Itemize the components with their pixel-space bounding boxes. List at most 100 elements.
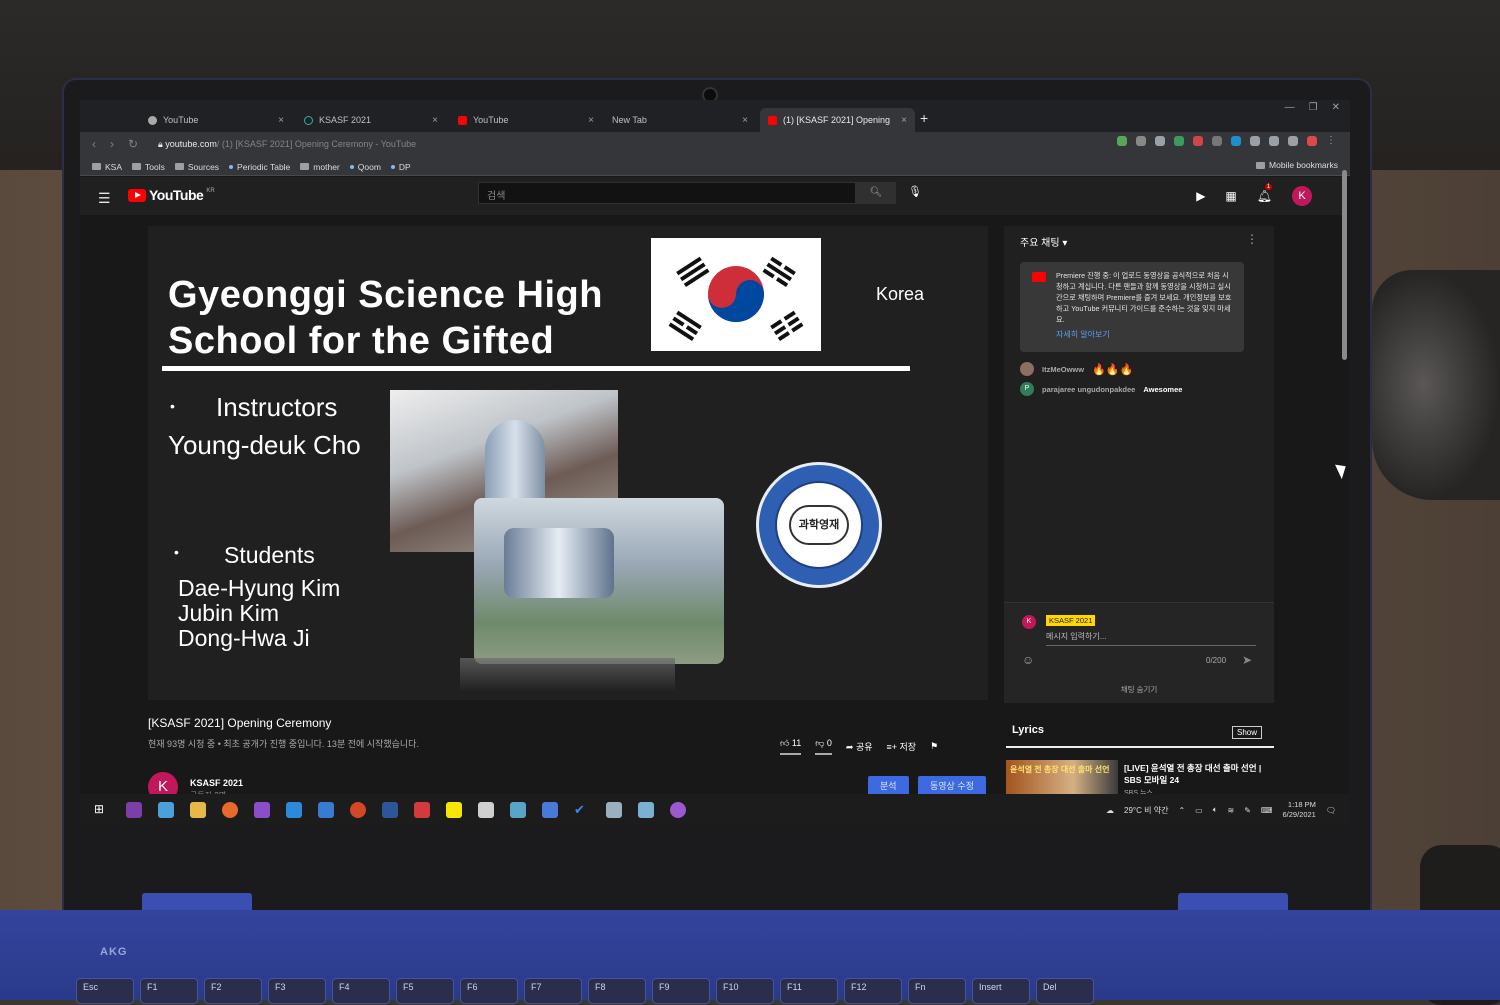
key-f12[interactable]: F12 xyxy=(844,978,902,1004)
bookmark-periodic-table[interactable]: Periodic Table xyxy=(229,158,290,175)
app-icon[interactable] xyxy=(478,802,494,818)
edit-video-button[interactable]: 동영상 수정 xyxy=(918,776,986,796)
learn-more-link[interactable]: 자세히 알아보기 xyxy=(1056,329,1234,340)
address-bar[interactable]: 🔒︎ youtube.com/ (1) [KSASF 2021] Opening… xyxy=(158,139,416,150)
analytics-button[interactable]: 분석 xyxy=(868,776,909,796)
minimize-icon[interactable]: — xyxy=(1285,102,1295,113)
clock[interactable]: 1:18 PM 6/29/2021 xyxy=(1282,800,1315,820)
hide-chat-button[interactable]: 채팅 숨기기 xyxy=(1004,684,1274,695)
bookmark-sources[interactable]: Sources xyxy=(174,158,219,175)
vscode-icon[interactable] xyxy=(286,802,302,818)
close-icon[interactable]: × xyxy=(432,115,438,126)
tab-ksasf[interactable]: KSASF 2021 × xyxy=(296,108,446,132)
tab-youtube-1[interactable]: YouTube × xyxy=(140,108,292,132)
onenote-icon[interactable] xyxy=(126,802,142,818)
close-window-icon[interactable]: ✕ xyxy=(1332,102,1340,113)
share-button[interactable]: ➦ 공유 xyxy=(846,740,873,753)
wifi-icon[interactable]: ≋ xyxy=(1228,806,1235,815)
extension-icon[interactable] xyxy=(1174,136,1184,146)
key-f9[interactable]: F9 xyxy=(652,978,710,1004)
bookmark-mother[interactable]: mother xyxy=(300,158,340,175)
volume-icon[interactable]: 🔈︎ xyxy=(1213,805,1218,815)
tab-new-tab[interactable]: New Tab × xyxy=(604,108,756,132)
dislike-button[interactable]: 👎︎ 0 xyxy=(815,738,832,755)
video-player[interactable]: Gyeonggi Science High School for the Gif… xyxy=(148,226,988,700)
bookmark-ksa[interactable]: KSA xyxy=(92,158,122,175)
emoji-icon[interactable]: ☺ xyxy=(1022,653,1034,667)
bookmark-dp[interactable]: DP xyxy=(390,158,411,175)
key-f7[interactable]: F7 xyxy=(524,978,582,1004)
pen-icon[interactable]: ✎ xyxy=(1244,806,1251,815)
battery-icon[interactable]: ▭ xyxy=(1195,806,1203,815)
kakaotalk-icon[interactable] xyxy=(446,802,462,818)
close-icon[interactable]: × xyxy=(901,115,907,126)
github-icon[interactable] xyxy=(670,802,686,818)
bookmark-tools[interactable]: Tools xyxy=(132,158,165,175)
tab-youtube-2[interactable]: YouTube × xyxy=(450,108,602,132)
more-options-icon[interactable]: ⋮ xyxy=(1246,232,1258,246)
key-fn[interactable]: Fn xyxy=(908,978,966,1004)
extension-icon[interactable] xyxy=(1212,136,1222,146)
tab-opening-ceremony[interactable]: (1) [KSASF 2021] Opening Cere × xyxy=(760,108,915,132)
key-f8[interactable]: F8 xyxy=(588,978,646,1004)
notifications-bell-icon[interactable]: 🔔︎ 1 xyxy=(1257,184,1273,203)
microphone-icon[interactable]: 🎙︎ xyxy=(908,185,922,198)
extension-icon[interactable] xyxy=(1193,136,1203,146)
notifications-icon[interactable]: 🗨︎ xyxy=(1326,806,1336,815)
app-icon[interactable] xyxy=(158,802,174,818)
chevron-up-icon[interactable]: ⌃ xyxy=(1178,806,1185,815)
search-input[interactable]: 검색 xyxy=(478,182,856,204)
youtube-logo[interactable]: YouTube KR xyxy=(128,187,215,203)
firefox-icon[interactable] xyxy=(222,802,238,818)
key-f3[interactable]: F3 xyxy=(268,978,326,1004)
windows-start-icon[interactable]: ⊞ xyxy=(94,802,110,818)
calendar-icon[interactable] xyxy=(542,802,558,818)
close-icon[interactable]: × xyxy=(278,115,284,126)
extension-icon[interactable] xyxy=(1117,136,1127,146)
send-icon[interactable]: ➤ xyxy=(1242,653,1252,667)
key-f4[interactable]: F4 xyxy=(332,978,390,1004)
avatar[interactable]: K xyxy=(1292,186,1312,206)
app-icon[interactable] xyxy=(510,802,526,818)
todo-check-icon[interactable]: ✔ xyxy=(574,802,590,818)
apps-grid-icon[interactable]: ▦ xyxy=(1225,189,1236,203)
close-icon[interactable]: × xyxy=(588,115,594,126)
powerpoint-icon[interactable] xyxy=(350,802,366,818)
scrollbar[interactable] xyxy=(1342,170,1347,360)
key-f6[interactable]: F6 xyxy=(460,978,518,1004)
star-icon[interactable] xyxy=(1155,136,1165,146)
key-f1[interactable]: F1 xyxy=(140,978,198,1004)
menu-hamburger-icon[interactable]: ☰ xyxy=(98,190,111,207)
camera-icon[interactable] xyxy=(1269,136,1279,146)
key-f10[interactable]: F10 xyxy=(716,978,774,1004)
app-icon[interactable] xyxy=(638,802,654,818)
file-explorer-icon[interactable] xyxy=(190,802,206,818)
save-button[interactable]: ≡+ 저장 xyxy=(887,740,917,753)
bookmark-qoom[interactable]: Qoom xyxy=(349,158,381,175)
app-icon[interactable] xyxy=(318,802,334,818)
channel-name[interactable]: KSASF 2021 xyxy=(190,778,243,788)
mobile-bookmarks[interactable]: Mobile bookmarks xyxy=(1256,160,1338,170)
key-f5[interactable]: F5 xyxy=(396,978,454,1004)
extension-icon[interactable] xyxy=(1231,136,1241,146)
extension-icon[interactable] xyxy=(1307,136,1317,146)
chat-mode-dropdown[interactable]: 주요 채팅 ▾ xyxy=(1020,234,1067,249)
close-icon[interactable]: × xyxy=(742,115,748,126)
flag-icon[interactable]: ⚑ xyxy=(930,741,938,752)
forward-icon[interactable]: › xyxy=(110,137,114,151)
key-f11[interactable]: F11 xyxy=(780,978,838,1004)
reload-icon[interactable]: ↻ xyxy=(128,137,138,151)
extension-icon[interactable] xyxy=(1136,136,1146,146)
menu-kebab-icon[interactable]: ⋮ xyxy=(1326,136,1336,146)
show-lyrics-button[interactable]: Show xyxy=(1231,726,1262,739)
key-f2[interactable]: F2 xyxy=(204,978,262,1004)
like-button[interactable]: 👍︎ 11 xyxy=(780,738,802,755)
keyboard-icon[interactable]: ⌨ xyxy=(1261,806,1273,815)
key-del[interactable]: Del xyxy=(1036,978,1094,1004)
key-esc[interactable]: Esc xyxy=(76,978,134,1004)
key-insert[interactable]: Insert xyxy=(972,978,1030,1004)
search-icon[interactable]: 🔍︎ xyxy=(856,182,896,204)
sidebar-icon[interactable] xyxy=(1288,136,1298,146)
visual-studio-icon[interactable] xyxy=(254,802,270,818)
acrobat-icon[interactable] xyxy=(414,802,430,818)
